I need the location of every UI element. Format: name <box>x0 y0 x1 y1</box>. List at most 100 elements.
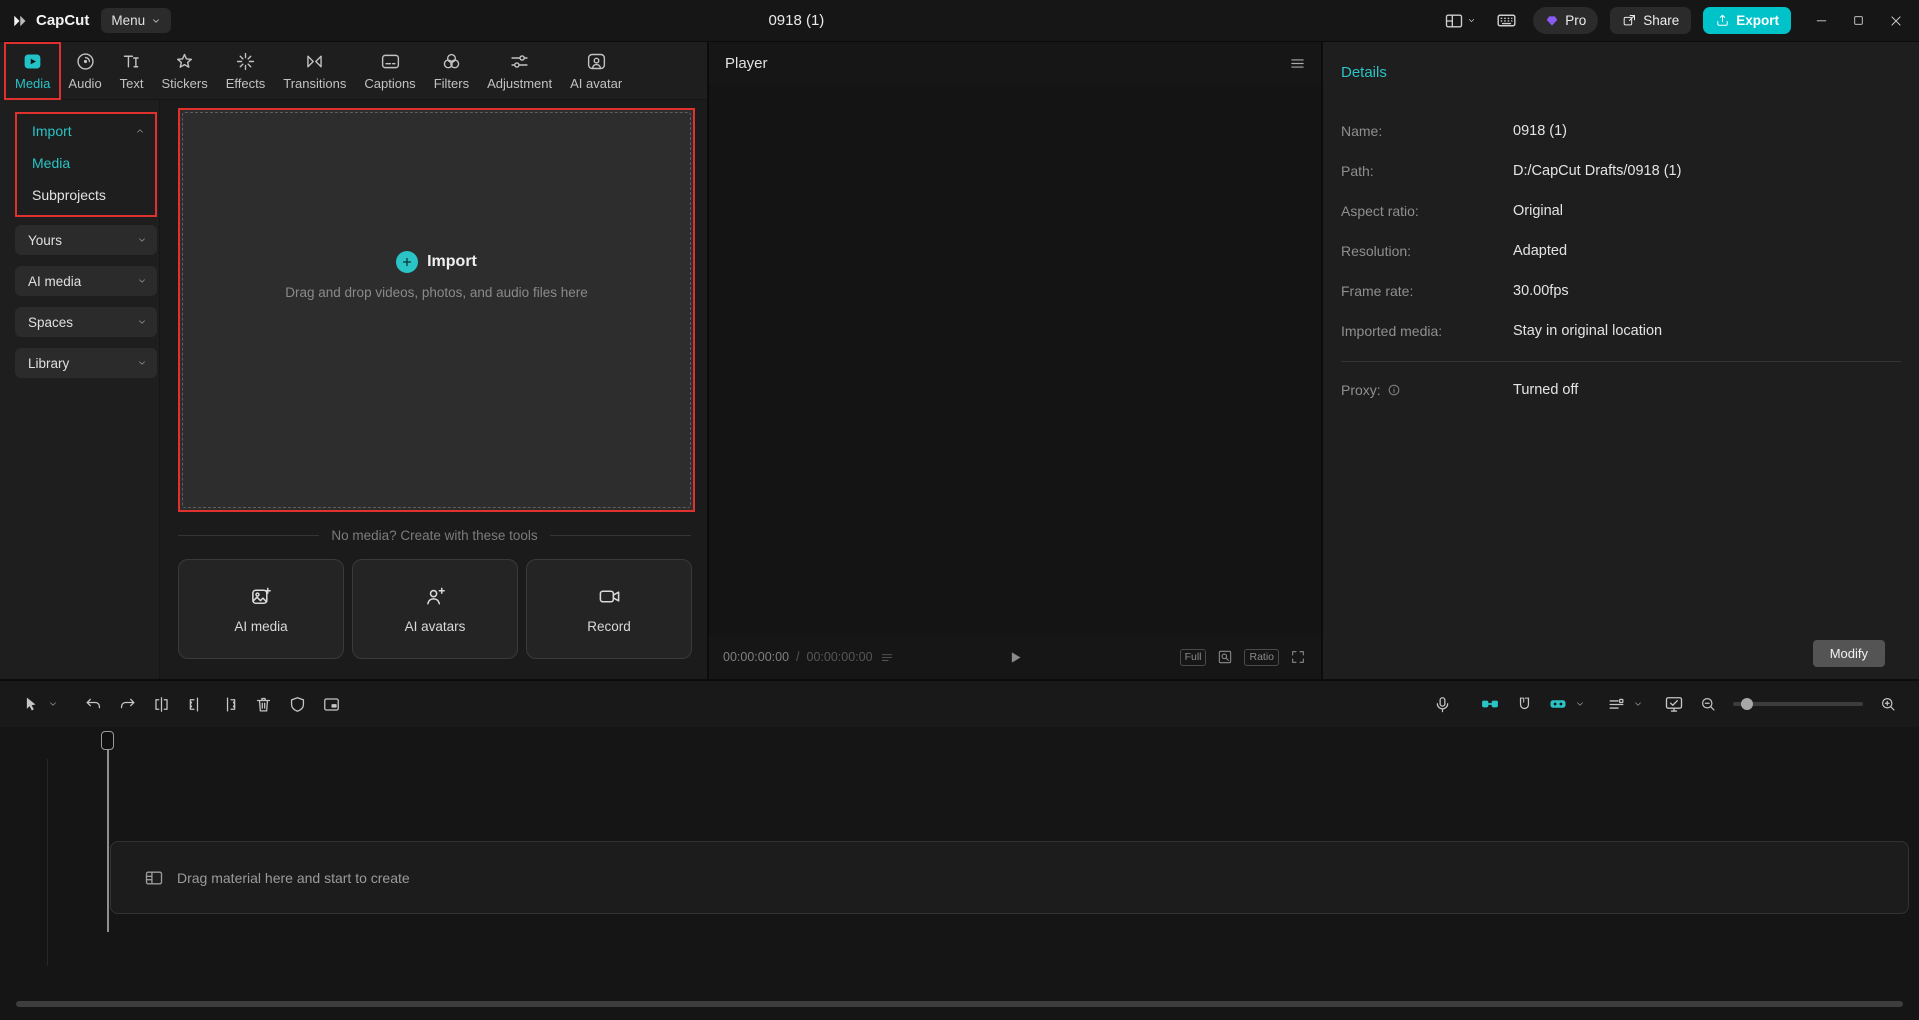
playhead[interactable] <box>101 731 115 932</box>
export-button[interactable]: Export <box>1703 7 1791 34</box>
project-title: 0918 (1) <box>768 12 825 29</box>
share-label: Share <box>1643 13 1680 28</box>
pro-diamond-icon <box>1546 15 1558 26</box>
magnet-snapping-toggle[interactable] <box>1507 689 1541 719</box>
ai-avatars-card[interactable]: AI avatars <box>352 559 518 659</box>
zoom-slider-thumb[interactable] <box>1741 698 1753 710</box>
sidebar-group-yours[interactable]: Yours <box>15 225 157 255</box>
preview-monitor-icon <box>1665 697 1683 712</box>
tab-label: Filters <box>433 75 470 91</box>
chevron-down-icon[interactable] <box>1575 699 1585 709</box>
tab-text[interactable]: Text <box>111 44 153 98</box>
maximize-button[interactable] <box>1850 12 1867 29</box>
play-button[interactable] <box>1005 647 1026 668</box>
player-viewport[interactable] <box>709 84 1321 635</box>
sidebar-group-spaces[interactable]: Spaces <box>15 307 157 337</box>
pip-icon <box>323 697 339 711</box>
chevron-down-icon[interactable] <box>48 699 58 709</box>
layout-settings-button[interactable] <box>1440 7 1480 35</box>
share-button[interactable]: Share <box>1610 7 1692 34</box>
trim-left-button[interactable] <box>178 689 212 719</box>
frame-display-icon[interactable] <box>880 650 894 664</box>
chevron-up-icon <box>137 129 143 133</box>
chevron-down-icon[interactable] <box>1633 699 1643 709</box>
undo-button[interactable] <box>76 689 110 719</box>
playhead-handle[interactable] <box>101 731 114 750</box>
ribbon-tabs: Media Audio Text Stickers Effects Transi… <box>0 42 707 100</box>
full-quality-button[interactable]: Full <box>1179 648 1207 666</box>
record-card[interactable]: Record <box>526 559 692 659</box>
trim-right-button[interactable] <box>212 689 246 719</box>
info-icon[interactable] <box>1387 383 1401 397</box>
tab-audio[interactable]: Audio <box>59 44 110 98</box>
minimize-button[interactable] <box>1813 12 1830 29</box>
import-cta-button[interactable]: Import <box>396 250 477 273</box>
tab-ai-avatar[interactable]: AI avatar <box>561 44 631 98</box>
sidebar-item-subprojects[interactable]: Subprojects <box>17 179 155 211</box>
maximize-icon <box>1854 16 1863 25</box>
select-tool-button[interactable] <box>14 689 48 719</box>
delete-button[interactable] <box>246 689 280 719</box>
tab-stickers[interactable]: Stickers <box>153 44 217 98</box>
tab-label: Media <box>15 75 51 91</box>
auto-snap-toggle[interactable] <box>1541 689 1575 719</box>
tab-effects[interactable]: Effects <box>217 44 275 98</box>
import-cta-label: Import <box>427 252 477 270</box>
tab-label: Effects <box>225 75 266 91</box>
sidebar-group-label: Library <box>28 355 70 371</box>
import-drop-zone[interactable]: Import Drag and drop videos, photos, and… <box>178 108 695 512</box>
preview-render-button[interactable] <box>1657 689 1691 719</box>
mask-button[interactable] <box>280 689 314 719</box>
sidebar-import-label: Import <box>32 123 72 139</box>
zoom-fit-button[interactable] <box>1216 648 1234 666</box>
player-menu-button[interactable] <box>1288 54 1307 73</box>
play-icon <box>1011 651 1021 663</box>
tab-adjustment[interactable]: Adjustment <box>478 44 561 98</box>
shortcuts-button[interactable] <box>1492 6 1521 35</box>
modify-button[interactable]: Modify <box>1812 640 1885 667</box>
titlebar: CapCut Menu 0918 (1) Pro Share Export <box>0 0 1919 42</box>
zoom-in-button[interactable] <box>1871 689 1905 719</box>
player-title: Player <box>725 54 768 72</box>
tab-filters[interactable]: Filters <box>425 44 478 98</box>
sidebar-group-label: AI media <box>28 273 82 289</box>
chevron-down-icon <box>139 279 145 283</box>
timecode-separator: / <box>796 650 800 664</box>
sidebar-item-media[interactable]: Media <box>17 147 155 179</box>
player-menu-icon <box>1291 58 1304 68</box>
link-tracks-toggle[interactable] <box>1473 689 1507 719</box>
pro-button[interactable]: Pro <box>1533 7 1599 34</box>
detail-label: Imported media: <box>1341 323 1443 339</box>
timeline-toolbar <box>0 681 1919 727</box>
timeline-area[interactable]: Drag material here and start to create <box>0 727 1919 1020</box>
sidebar-group-ai-media[interactable]: AI media <box>15 266 157 296</box>
split-button[interactable] <box>144 689 178 719</box>
menu-button[interactable]: Menu <box>101 8 172 33</box>
detail-value: Adapted <box>1513 243 1568 259</box>
fullscreen-button[interactable] <box>1289 648 1307 666</box>
zoom-out-button[interactable] <box>1691 689 1725 719</box>
ai-media-card[interactable]: AI media <box>178 559 344 659</box>
detail-value: Stay in original location <box>1513 323 1663 339</box>
track-options-button[interactable] <box>1599 689 1633 719</box>
sidebar-item-import[interactable]: Import <box>17 115 155 147</box>
keyboard-icon <box>1497 14 1516 27</box>
tab-label: Transitions <box>283 75 347 91</box>
timeline-zoom-slider[interactable] <box>1733 698 1863 710</box>
overlay-pip-button[interactable] <box>314 689 348 719</box>
sidebar-group-library[interactable]: Library <box>15 348 157 378</box>
redo-button[interactable] <box>110 689 144 719</box>
timeline-horizontal-scrollbar[interactable] <box>16 1001 1903 1007</box>
tab-captions[interactable]: Captions <box>355 44 424 98</box>
proxy-value: Turned off <box>1513 382 1579 398</box>
tab-label: Captions <box>364 75 416 91</box>
details-fields: Name: 0918 (1) Path: D:/CapCut Drafts/09… <box>1341 111 1901 410</box>
ratio-button[interactable]: Ratio <box>1244 648 1279 666</box>
voiceover-button[interactable] <box>1425 689 1459 719</box>
delete-icon <box>256 697 270 711</box>
record-icon <box>599 589 619 603</box>
tab-media[interactable]: Media <box>6 44 59 98</box>
empty-track-dropzone[interactable]: Drag material here and start to create <box>110 841 1909 914</box>
tab-transitions[interactable]: Transitions <box>274 44 355 98</box>
close-button[interactable] <box>1887 12 1905 30</box>
